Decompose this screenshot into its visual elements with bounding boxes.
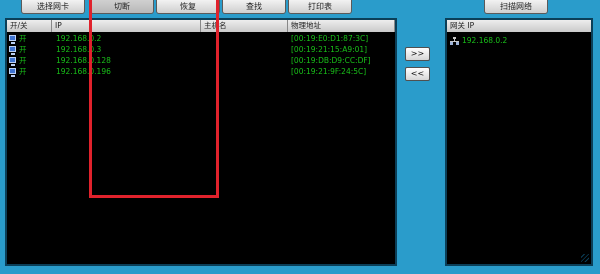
network-hub-icon (450, 37, 459, 45)
resize-grip[interactable] (581, 254, 589, 262)
state-cell: 开 (19, 56, 27, 65)
table-row[interactable]: 开 192.168.0.3 [00:19:21:15:A9:01] (7, 45, 395, 55)
table-row[interactable]: 开 192.168.0.128 [00:19:DB:D9:CC:DF] (7, 56, 395, 66)
gateway-ip-cell: 192.168.0.2 (462, 36, 508, 45)
mac-cell: [00:19:21:9F:24:5C] (291, 67, 367, 76)
print-table-button[interactable]: 打印表 (288, 0, 352, 14)
mac-cell: [00:19:DB:D9:CC:DF] (291, 56, 371, 65)
ip-cell: 192.168.0.128 (56, 56, 111, 65)
host-list[interactable]: 开/关 IP 主机名 物理地址 开 192.168.0.2 [00:19:E0:… (5, 18, 397, 266)
computer-icon (9, 46, 16, 55)
table-row[interactable]: 开 192.168.0.196 [00:19:21:9F:24:5C] (7, 67, 395, 77)
restore-button[interactable]: 恢复 (156, 0, 220, 14)
mac-cell: [00:19:E0:D1:87:3C] (291, 34, 369, 43)
search-button[interactable]: 查找 (222, 0, 286, 14)
column-header-mac[interactable]: 物理地址 (288, 20, 395, 32)
add-to-gateway-button[interactable]: >> (405, 47, 430, 61)
scan-network-button[interactable]: 扫描网络 (484, 0, 548, 14)
remove-from-gateway-button[interactable]: << (405, 67, 430, 81)
computer-icon (9, 35, 16, 44)
column-header-hostname[interactable]: 主机名 (201, 20, 288, 32)
mac-cell: [00:19:21:15:A9:01] (291, 45, 368, 54)
ip-cell: 192.168.0.2 (56, 34, 102, 43)
select-nic-button[interactable]: 选择网卡 (21, 0, 85, 14)
state-cell: 开 (19, 67, 27, 76)
computer-icon (9, 68, 16, 77)
ip-cell: 192.168.0.3 (56, 45, 102, 54)
table-row[interactable]: 开 192.168.0.2 [00:19:E0:D1:87:3C] (7, 34, 395, 44)
column-header-on-off[interactable]: 开/关 (7, 20, 52, 32)
ip-cell: 192.168.0.196 (56, 67, 111, 76)
column-header-ip[interactable]: IP (52, 20, 201, 32)
computer-icon (9, 57, 16, 66)
state-cell: 开 (19, 34, 27, 43)
list-item[interactable]: 192.168.0.2 (447, 36, 591, 46)
column-header-gateway-ip[interactable]: 网关 IP (447, 20, 591, 32)
gateway-list[interactable]: 网关 IP 192.168.0.2 (445, 18, 593, 266)
state-cell: 开 (19, 45, 27, 54)
cut-button[interactable]: 切断 (90, 0, 154, 14)
